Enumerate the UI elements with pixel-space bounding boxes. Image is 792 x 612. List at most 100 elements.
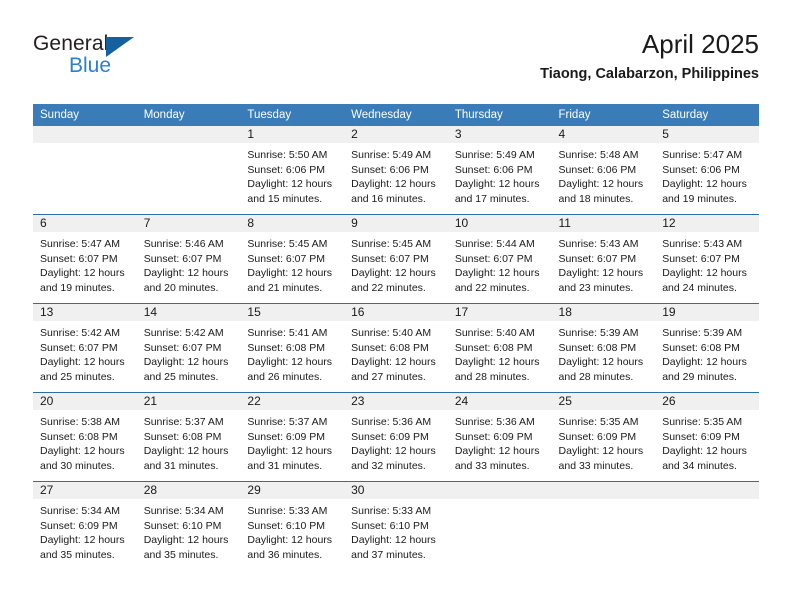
calendar-day-cell[interactable]: 16 Sunrise: 5:40 AM Sunset: 6:08 PM Dayligh…: [344, 303, 448, 393]
calendar-week-row: 27 Sunrise: 5:34 AM Sunset: 6:09 PM Dayligh…: [33, 481, 759, 570]
day-details: Sunrise: 5:39 AM Sunset: 6:08 PM Daylight:…: [655, 321, 759, 384]
day-number: 14: [136, 304, 241, 321]
calendar-day-cell[interactable]: 19 Sunrise: 5:39 AM Sunset: 6:08 PM Dayligh…: [655, 303, 759, 393]
calendar-day-cell[interactable]: 20 Sunrise: 5:38 AM Sunset: 6:08 PM Dayligh…: [33, 392, 137, 482]
calendar-day-cell[interactable]: 4 Sunrise: 5:48 AM Sunset: 6:06 PM Daylight…: [551, 126, 656, 215]
day-detail-line: and 26 minutes.: [247, 370, 323, 383]
day-details: Sunrise: 5:37 AM Sunset: 6:09 PM Daylight:…: [240, 410, 344, 473]
calendar-day-cell[interactable]: 15 Sunrise: 5:41 AM Sunset: 6:08 PM Dayligh…: [240, 303, 345, 393]
weekday-header-thursday: Thursday: [447, 104, 552, 126]
day-details: Sunrise: 5:39 AM Sunset: 6:08 PM Daylight:…: [552, 321, 656, 384]
day-detail-line: Sunset: 6:09 PM: [558, 430, 637, 443]
calendar-day-cell[interactable]: 18 Sunrise: 5:39 AM Sunset: 6:08 PM Dayligh…: [551, 303, 656, 393]
calendar-day-cell[interactable]: 1 Sunrise: 5:50 AM Sunset: 6:06 PM Daylight…: [240, 126, 345, 215]
calendar-week-row: 13 Sunrise: 5:42 AM Sunset: 6:07 PM Dayligh…: [33, 303, 759, 393]
day-detail-line: Sunrise: 5:49 AM: [351, 149, 432, 161]
calendar-day-cell[interactable]: 28 Sunrise: 5:34 AM Sunset: 6:10 PM Dayligh…: [136, 481, 241, 570]
day-details: Sunrise: 5:50 AM Sunset: 6:06 PM Daylight:…: [240, 143, 344, 206]
day-details: Sunrise: 5:41 AM Sunset: 6:08 PM Daylight:…: [240, 321, 344, 384]
day-detail-line: Sunrise: 5:35 AM: [558, 416, 639, 428]
day-detail-line: Daylight: 12 hours: [40, 267, 125, 280]
day-detail-line: Daylight: 12 hours: [351, 534, 436, 547]
calendar-day-cell[interactable]: 14 Sunrise: 5:42 AM Sunset: 6:07 PM Dayligh…: [136, 303, 241, 393]
day-detail-line: Daylight: 12 hours: [558, 178, 644, 191]
day-number: 25: [551, 393, 656, 410]
day-detail-line: Daylight: 12 hours: [662, 178, 747, 191]
calendar-day-cell[interactable]: 13 Sunrise: 5:42 AM Sunset: 6:07 PM Dayligh…: [33, 303, 137, 393]
day-detail-line: Daylight: 12 hours: [454, 445, 540, 458]
calendar-day-cell[interactable]: 6 Sunrise: 5:47 AM Sunset: 6:07 PM Daylight…: [33, 214, 137, 304]
calendar-day-cell[interactable]: 24 Sunrise: 5:36 AM Sunset: 6:09 PM Dayligh…: [447, 392, 552, 482]
day-detail-line: Daylight: 12 hours: [247, 445, 333, 458]
day-details: [552, 499, 656, 504]
calendar-body: 1 Sunrise: 5:50 AM Sunset: 6:06 PM Daylight…: [33, 126, 759, 570]
day-number: 12: [655, 215, 759, 232]
day-detail-line: Sunset: 6:07 PM: [40, 341, 118, 354]
day-detail-line: Sunrise: 5:46 AM: [143, 238, 224, 250]
day-detail-line: Daylight: 12 hours: [40, 445, 125, 458]
day-detail-line: Daylight: 12 hours: [351, 267, 436, 280]
day-details: Sunrise: 5:33 AM Sunset: 6:10 PM Daylight:…: [344, 499, 448, 562]
day-detail-line: Daylight: 12 hours: [351, 178, 436, 191]
weekday-header-monday: Monday: [136, 104, 241, 126]
day-detail-line: Sunrise: 5:39 AM: [662, 327, 743, 339]
day-detail-line: Sunset: 6:09 PM: [247, 430, 326, 443]
day-detail-line: Daylight: 12 hours: [247, 267, 333, 280]
day-detail-line: and 33 minutes.: [558, 459, 634, 472]
day-detail-line: and 25 minutes.: [143, 370, 219, 383]
calendar-day-cell[interactable]: 10 Sunrise: 5:44 AM Sunset: 6:07 PM Dayligh…: [447, 214, 552, 304]
day-detail-line: Sunset: 6:08 PM: [351, 341, 429, 354]
day-detail-line: and 28 minutes.: [558, 370, 634, 383]
calendar-day-cell[interactable]: 29 Sunrise: 5:33 AM Sunset: 6:10 PM Dayligh…: [240, 481, 345, 570]
weekday-header-saturday: Saturday: [655, 104, 759, 126]
weekday-header-sunday: Sunday: [33, 104, 137, 126]
day-detail-line: Sunset: 6:06 PM: [558, 163, 637, 176]
calendar-day-cell[interactable]: 12 Sunrise: 5:43 AM Sunset: 6:07 PM Dayligh…: [655, 214, 759, 304]
day-detail-line: Sunset: 6:08 PM: [662, 341, 740, 354]
day-details: Sunrise: 5:43 AM Sunset: 6:07 PM Daylight:…: [655, 232, 759, 295]
calendar-week-row: 20 Sunrise: 5:38 AM Sunset: 6:08 PM Dayligh…: [33, 392, 759, 482]
day-detail-line: Sunrise: 5:38 AM: [40, 416, 120, 428]
day-detail-line: Sunrise: 5:43 AM: [558, 238, 639, 250]
calendar-day-cell[interactable]: 26 Sunrise: 5:35 AM Sunset: 6:09 PM Dayligh…: [655, 392, 759, 482]
calendar-day-cell[interactable]: 7 Sunrise: 5:46 AM Sunset: 6:07 PM Daylight…: [136, 214, 241, 304]
day-number: 1: [240, 126, 345, 143]
day-detail-line: Sunrise: 5:36 AM: [351, 416, 432, 428]
day-number: 26: [655, 393, 759, 410]
day-detail-line: and 16 minutes.: [351, 192, 426, 205]
day-details: Sunrise: 5:35 AM Sunset: 6:09 PM Daylight:…: [552, 410, 656, 473]
calendar-day-cell[interactable]: 9 Sunrise: 5:45 AM Sunset: 6:07 PM Daylight…: [344, 214, 448, 304]
calendar-day-cell[interactable]: 21 Sunrise: 5:37 AM Sunset: 6:08 PM Dayligh…: [136, 392, 241, 482]
day-detail-line: Sunrise: 5:41 AM: [247, 327, 328, 339]
day-detail-line: and 34 minutes.: [662, 459, 737, 472]
day-details: Sunrise: 5:48 AM Sunset: 6:06 PM Daylight:…: [552, 143, 656, 206]
day-detail-line: and 15 minutes.: [247, 192, 323, 205]
calendar-day-cell[interactable]: 11 Sunrise: 5:43 AM Sunset: 6:07 PM Dayligh…: [551, 214, 656, 304]
day-detail-line: Sunrise: 5:40 AM: [351, 327, 432, 339]
calendar-day-cell[interactable]: 27 Sunrise: 5:34 AM Sunset: 6:09 PM Dayligh…: [33, 481, 137, 570]
calendar-day-cell[interactable]: 23 Sunrise: 5:36 AM Sunset: 6:09 PM Dayligh…: [344, 392, 448, 482]
day-detail-line: Sunset: 6:06 PM: [351, 163, 429, 176]
weekday-header-wednesday: Wednesday: [344, 104, 448, 126]
calendar-day-cell[interactable]: 5 Sunrise: 5:47 AM Sunset: 6:06 PM Daylight…: [655, 126, 759, 215]
day-detail-line: Sunrise: 5:43 AM: [662, 238, 743, 250]
day-detail-line: Daylight: 12 hours: [558, 267, 644, 280]
day-number: 27: [33, 482, 137, 499]
page-title: April 2025: [641, 29, 759, 59]
day-detail-line: Daylight: 12 hours: [662, 356, 747, 369]
logo-text-general: General: [33, 32, 109, 55]
calendar-day-cell[interactable]: 25 Sunrise: 5:35 AM Sunset: 6:09 PM Dayligh…: [551, 392, 656, 482]
calendar-day-cell[interactable]: 22 Sunrise: 5:37 AM Sunset: 6:09 PM Dayligh…: [240, 392, 345, 482]
day-number: 19: [655, 304, 759, 321]
day-detail-line: Daylight: 12 hours: [454, 356, 540, 369]
calendar-day-cell-empty: [551, 481, 656, 570]
general-blue-logo[interactable]: General Blue: [33, 32, 233, 88]
calendar-day-cell[interactable]: 2 Sunrise: 5:49 AM Sunset: 6:06 PM Daylight…: [344, 126, 448, 215]
calendar-day-cell[interactable]: 30 Sunrise: 5:33 AM Sunset: 6:10 PM Dayligh…: [344, 481, 448, 570]
calendar-day-cell[interactable]: 8 Sunrise: 5:45 AM Sunset: 6:07 PM Daylight…: [240, 214, 345, 304]
day-number: 10: [447, 215, 552, 232]
day-detail-line: Sunrise: 5:47 AM: [662, 149, 743, 161]
calendar-day-cell[interactable]: 17 Sunrise: 5:40 AM Sunset: 6:08 PM Dayligh…: [447, 303, 552, 393]
calendar-day-cell[interactable]: 3 Sunrise: 5:49 AM Sunset: 6:06 PM Daylight…: [447, 126, 552, 215]
calendar-week-row: 1 Sunrise: 5:50 AM Sunset: 6:06 PM Daylight…: [33, 126, 759, 215]
